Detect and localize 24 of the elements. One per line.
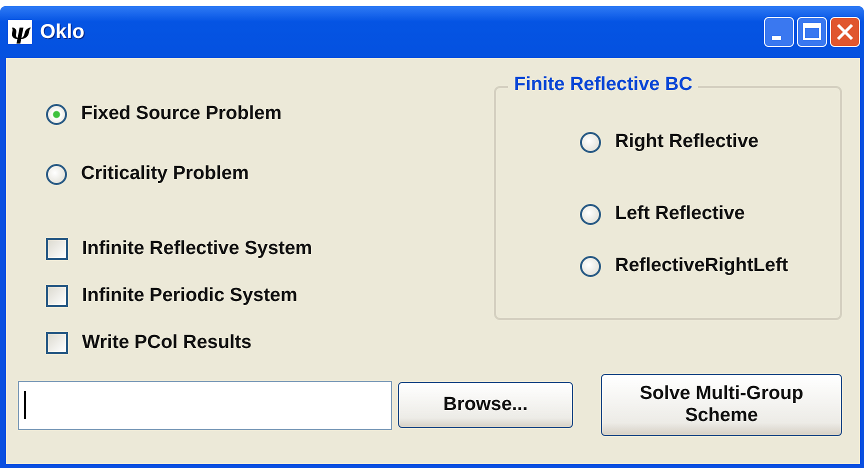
radio-button[interactable]: [46, 164, 67, 184]
radio-label[interactable]: Left Reflective: [615, 203, 745, 225]
radio-button[interactable]: [46, 104, 67, 124]
close-button[interactable]: [830, 17, 860, 47]
checkbox[interactable]: [46, 332, 68, 354]
radio-button[interactable]: [580, 204, 601, 224]
checkbox-label[interactable]: Infinite Periodic System: [82, 285, 298, 307]
window-title: Oklo: [40, 20, 86, 44]
radio-label[interactable]: Right Reflective: [615, 131, 759, 153]
app-icon: ψ: [8, 20, 32, 44]
radio-label[interactable]: Criticality Problem: [81, 163, 249, 185]
minimize-button[interactable]: [764, 17, 794, 47]
checkbox[interactable]: [46, 238, 68, 260]
browse-button[interactable]: Browse...: [398, 382, 573, 428]
checkbox[interactable]: [46, 285, 68, 307]
solve-button[interactable]: Solve Multi-Group Scheme: [601, 374, 842, 436]
radio-label[interactable]: ReflectiveRightLeft: [615, 255, 788, 277]
radio-button[interactable]: [580, 132, 601, 152]
checkbox-label[interactable]: Write PCol Results: [82, 332, 252, 354]
radio-button[interactable]: [580, 256, 601, 276]
path-input-field[interactable]: [18, 380, 392, 430]
checkbox-label[interactable]: Infinite Reflective System: [82, 238, 312, 260]
radio-label[interactable]: Fixed Source Problem: [81, 103, 282, 125]
maximize-button[interactable]: [797, 17, 827, 47]
